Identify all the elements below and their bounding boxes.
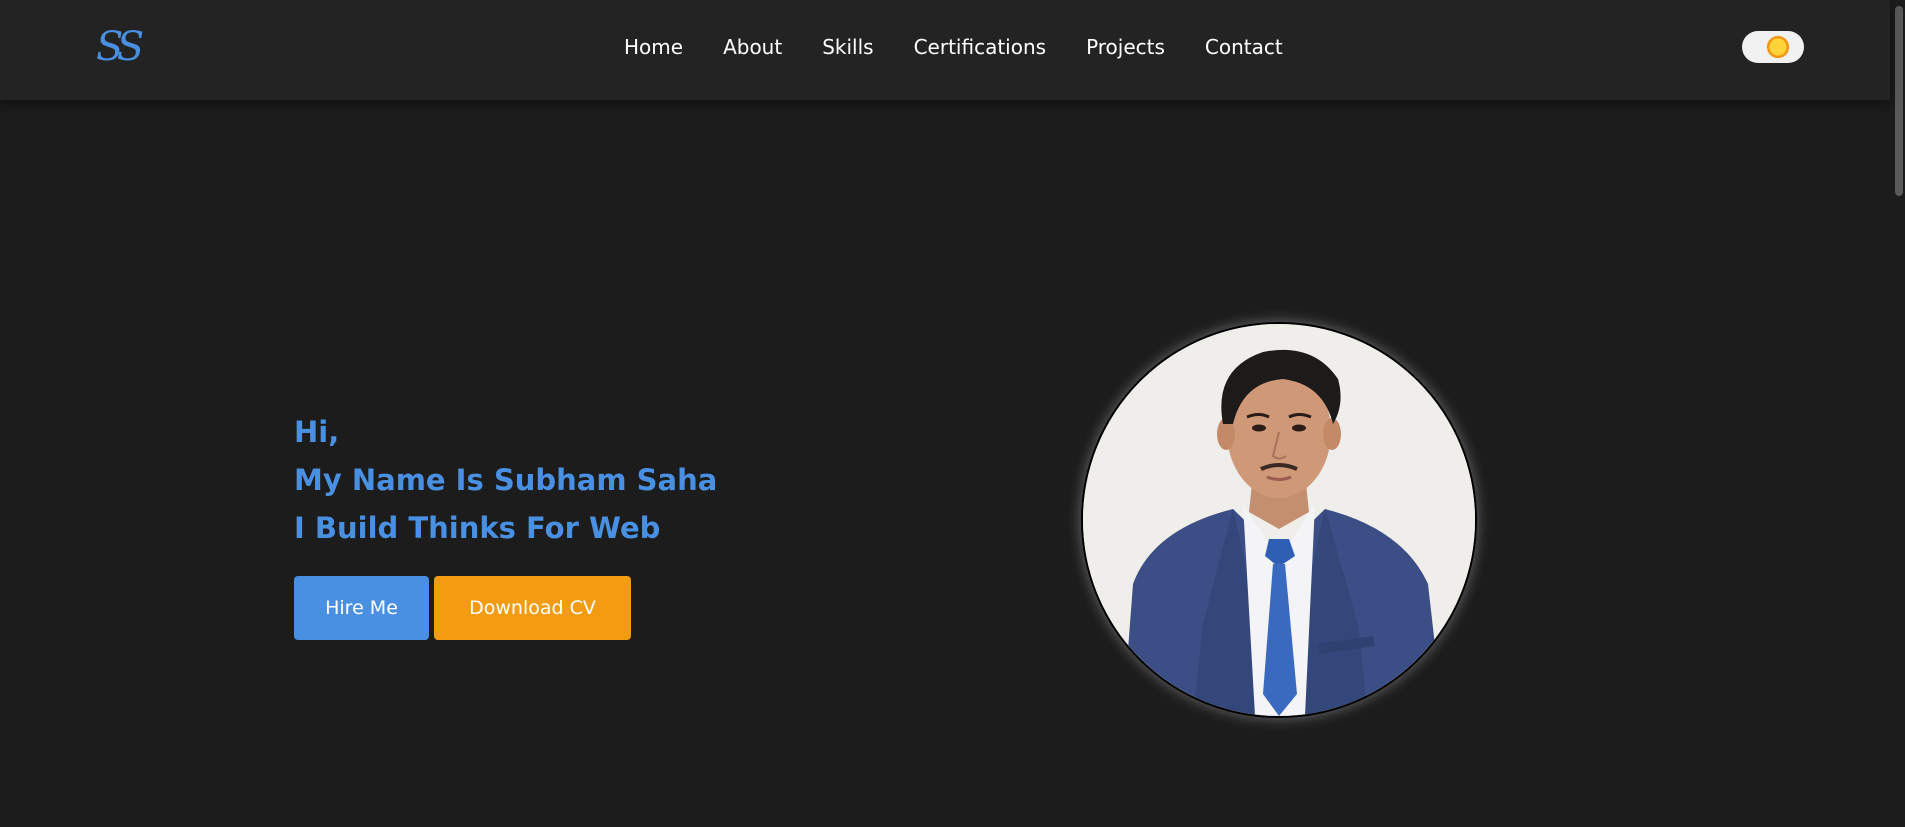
hero-buttons: Hire Me Download CV	[294, 576, 717, 640]
profile-photo	[1081, 322, 1477, 718]
hero-tagline: I Build Thinks For Web	[294, 511, 661, 545]
hero-greeting: Hi,	[294, 415, 340, 449]
navbar: SS Home About Skills Certifications Proj…	[0, 0, 1890, 100]
hire-me-button[interactable]: Hire Me	[294, 576, 429, 640]
profile-photo-illustration	[1083, 324, 1475, 716]
hero-name: My Name Is Subham Saha	[294, 463, 718, 497]
nav-link-projects[interactable]: Projects	[1086, 33, 1165, 61]
nav-link-certifications[interactable]: Certifications	[914, 33, 1046, 61]
nav-link-contact[interactable]: Contact	[1205, 33, 1283, 61]
hero-section: Hi, My Name Is Subham Saha I Build Think…	[294, 408, 717, 640]
download-cv-button[interactable]: Download CV	[434, 576, 631, 640]
nav-menu: Home About Skills Certifications Project…	[624, 33, 1323, 61]
theme-toggle[interactable]	[1742, 31, 1804, 63]
logo[interactable]: SS	[96, 22, 144, 72]
nav-link-skills[interactable]: Skills	[822, 33, 873, 61]
sun-icon	[1766, 35, 1790, 59]
nav-link-about[interactable]: About	[723, 33, 782, 61]
page-scrollbar[interactable]	[1890, 0, 1905, 827]
nav-link-home[interactable]: Home	[624, 33, 683, 61]
scrollbar-thumb[interactable]	[1895, 6, 1903, 196]
